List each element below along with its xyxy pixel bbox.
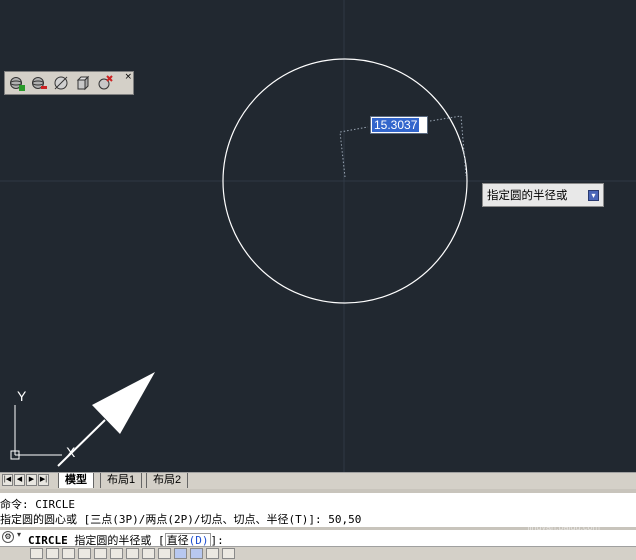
sphere-subtract-icon: [32, 77, 47, 89]
status-toggle-button[interactable]: [110, 548, 123, 559]
next-tab-button[interactable]: ▶: [26, 474, 37, 486]
radius-dynamic-input[interactable]: 15.3037: [370, 116, 428, 134]
sphere-subtract-button[interactable]: [29, 74, 49, 92]
tooltip-text: 指定圆的半径或: [487, 190, 568, 202]
tab-model[interactable]: 模型: [58, 473, 94, 488]
status-toggle-button[interactable]: [206, 548, 219, 559]
tab-layout1[interactable]: 布局1: [100, 473, 143, 488]
down-arrow-icon[interactable]: ▾: [588, 190, 599, 201]
status-toggle-button[interactable]: [78, 548, 91, 559]
toolbar-close-button[interactable]: ×: [124, 72, 132, 82]
box-button[interactable]: [73, 74, 93, 92]
status-toggle-button[interactable]: [126, 548, 139, 559]
layout-tab-bar: |◀ ◀ ▶ ▶| 模型 布局1 布局2: [0, 472, 636, 489]
status-toggle-button[interactable]: [222, 548, 235, 559]
command-history-line: 指定圆的圆心或 [三点(3P)/两点(2P)/切点、切点、半径(T)]: 50,…: [0, 513, 362, 526]
cursor-arrow-icon: [57, 372, 155, 467]
status-toggle-button[interactable]: [142, 548, 155, 559]
chevron-down-icon[interactable]: ▾: [17, 530, 21, 539]
ucs-y-label: Y: [17, 388, 27, 404]
prev-tab-button[interactable]: ◀: [14, 474, 25, 486]
status-toggle-button[interactable]: [174, 548, 187, 559]
status-toggle-button[interactable]: [46, 548, 59, 559]
tab-layout2[interactable]: 布局2: [146, 473, 189, 488]
radius-extension-line: [429, 115, 467, 177]
radius-value[interactable]: 15.3037: [372, 118, 420, 132]
sphere-add-button[interactable]: [7, 74, 27, 92]
command-window-divider: [0, 489, 636, 493]
prompt-tooltip: 指定圆的半径或 ▾: [482, 183, 604, 207]
ucs-icon: Y X: [10, 388, 76, 460]
command-window: 命令: CIRCLE 指定圆的圆心或 [三点(3P)/两点(2P)/切点、切点、…: [0, 489, 636, 560]
command-history-line: 命令: CIRCLE: [0, 498, 75, 511]
floating-toolbar: ×: [4, 71, 134, 95]
customize-icon[interactable]: ⚙: [2, 531, 14, 543]
command-input-row[interactable]: ⚙ ▾ CIRCLE 指定圆的半径或 [直径(D)]:: [0, 530, 636, 548]
status-toggle-button[interactable]: [190, 548, 203, 559]
box-delete-button[interactable]: [95, 74, 115, 92]
watermark-logo: Bai 经验 jingyan.baidu.com: [525, 504, 602, 532]
last-tab-button[interactable]: ▶|: [38, 474, 49, 486]
sphere-slice-icon: [54, 76, 68, 90]
status-toggle-button[interactable]: [158, 548, 171, 559]
sphere-add-icon: [10, 77, 25, 91]
first-tab-button[interactable]: |◀: [2, 474, 13, 486]
status-toggle-button[interactable]: [30, 548, 43, 559]
status-bar: [0, 546, 636, 560]
box-icon: [76, 75, 90, 91]
drawing-canvas[interactable]: Y X × 15.3037 指定圆的半径或 ▾: [0, 0, 636, 472]
sphere-slice-button[interactable]: [51, 74, 71, 92]
status-toggle-button[interactable]: [94, 548, 107, 559]
box-delete-icon: [98, 75, 113, 90]
status-toggle-button[interactable]: [62, 548, 75, 559]
